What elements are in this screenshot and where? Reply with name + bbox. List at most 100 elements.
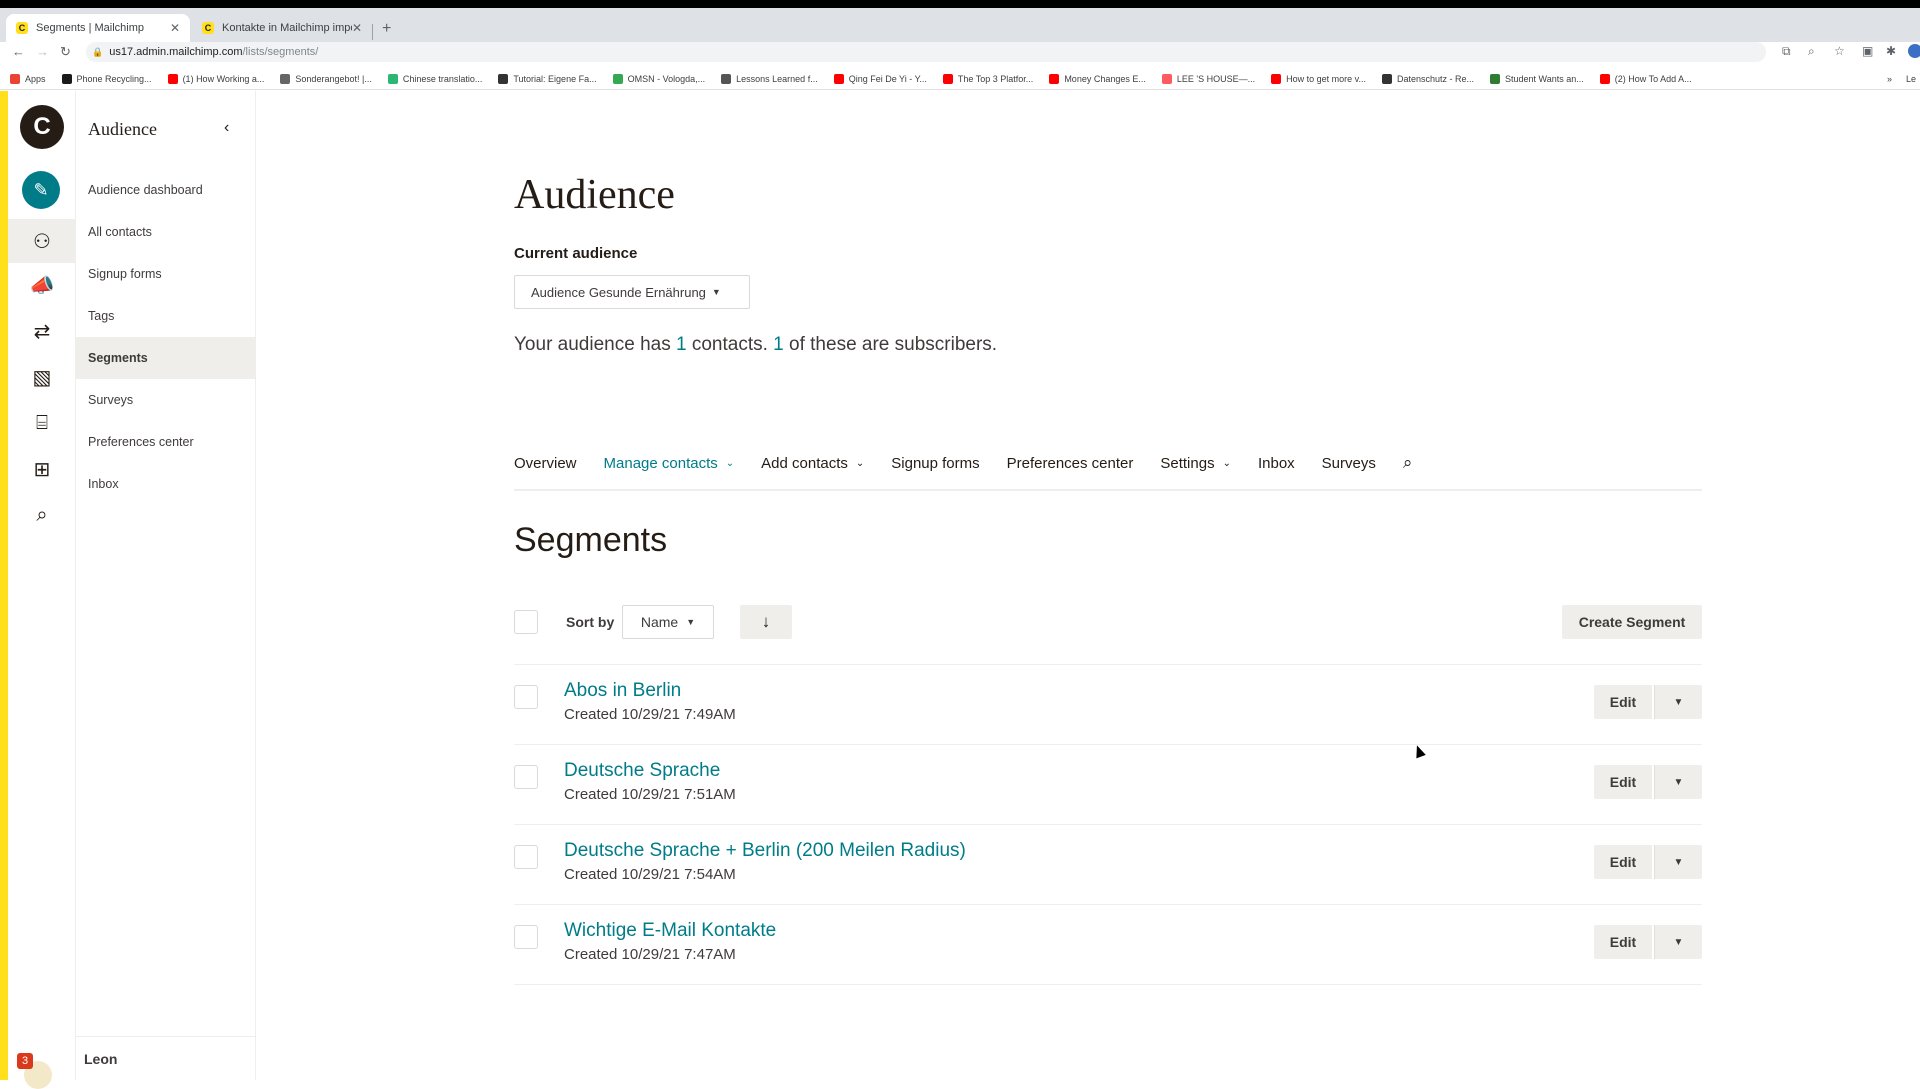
bookmark-item[interactable]: OMSN - Vologda,...	[612, 73, 705, 84]
tab-title: Segments | Mailchimp	[36, 22, 145, 34]
tab-label: Manage contacts	[603, 455, 718, 472]
segment-name-link[interactable]: Deutsche Sprache	[564, 760, 720, 782]
summary-text: Your audience has	[514, 334, 676, 355]
search-icon[interactable]: ⌕	[1403, 453, 1413, 473]
subnav-item-inbox[interactable]: Inbox	[76, 463, 256, 505]
reading-list-button[interactable]: Le	[1906, 74, 1916, 84]
tab-signup-forms[interactable]: Signup forms	[891, 455, 979, 472]
bookmark-item[interactable]: Apps	[10, 73, 46, 84]
tab-surveys[interactable]: Surveys	[1322, 455, 1376, 472]
new-tab-icon[interactable]: +	[382, 20, 391, 38]
bookmark-star-icon[interactable]: ☆	[1834, 44, 1845, 58]
subnav-item-audience-dashboard[interactable]: Audience dashboard	[76, 169, 256, 211]
subnav-item-tags[interactable]: Tags	[76, 295, 256, 337]
segment-actions-dropdown[interactable]: ▼	[1654, 925, 1702, 959]
notification-badge: 3	[17, 1053, 33, 1069]
current-audience-select[interactable]: Audience Gesunde Ernährung ▼	[514, 275, 750, 309]
subnav-item-label: Inbox	[88, 477, 119, 491]
bookmark-item[interactable]: Student Wants an...	[1490, 73, 1584, 84]
subnav-item-label: All contacts	[88, 225, 152, 239]
bookmarks-bar: Apps Phone Recycling... (1) How Working a.…	[0, 68, 1920, 90]
tab-manage-contacts[interactable]: Manage contacts ⌄	[604, 455, 735, 472]
integrations-grid-icon[interactable]: ⊞	[8, 447, 76, 491]
tab-inbox[interactable]: Inbox	[1258, 455, 1295, 472]
mailchimp-logo-icon[interactable]: C	[20, 105, 64, 149]
subnav-item-segments[interactable]: Segments	[76, 337, 256, 379]
bookmark-item[interactable]: How to get more v...	[1271, 73, 1366, 84]
bookmark-item[interactable]: Money Changes E...	[1049, 73, 1146, 84]
segment-name-link[interactable]: Wichtige E-Mail Kontakte	[564, 920, 776, 942]
collapse-chevron-left-icon[interactable]: ‹	[224, 119, 229, 137]
bookmark-item[interactable]: Phone Recycling...	[61, 73, 152, 84]
subnav-item-all-contacts[interactable]: All contacts	[76, 211, 256, 253]
bookmark-item[interactable]: LEE 'S HOUSE—...	[1161, 73, 1255, 84]
edit-segment-button[interactable]: Edit	[1594, 925, 1652, 959]
edit-segment-button[interactable]: Edit	[1594, 685, 1652, 719]
bookmarks-overflow-icon[interactable]: »	[1887, 74, 1892, 84]
search-icon[interactable]: ⌕	[8, 493, 76, 537]
browser-tab-segments[interactable]: C Segments | Mailchimp ✕	[6, 14, 190, 42]
edit-segment-button[interactable]: Edit	[1594, 765, 1652, 799]
subnav-item-preferences-center[interactable]: Preferences center	[76, 421, 256, 463]
subnav-item-surveys[interactable]: Surveys	[76, 379, 256, 421]
automations-icon[interactable]: ⇄	[8, 309, 76, 353]
tab-settings[interactable]: Settings ⌄	[1160, 455, 1231, 472]
facebook-extension-icon[interactable]: ▣	[1862, 44, 1873, 58]
bookmark-favicon-icon	[280, 73, 291, 84]
reload-icon[interactable]: ↻	[60, 44, 71, 60]
forward-icon[interactable]: →	[36, 44, 49, 59]
segment-actions-dropdown[interactable]: ▼	[1654, 685, 1702, 719]
profile-avatar-icon[interactable]	[1908, 44, 1920, 58]
edit-segment-button[interactable]: Edit	[1594, 845, 1652, 879]
bookmark-item[interactable]: Sonderangebot! |...	[280, 73, 372, 84]
bookmark-label: (1) How Working a...	[182, 73, 265, 84]
segment-actions-dropdown[interactable]: ▼	[1654, 845, 1702, 879]
bookmark-item[interactable]: (2) How To Add A...	[1599, 73, 1692, 84]
segment-checkbox[interactable]	[514, 685, 538, 709]
subnav-item-label: Segments	[88, 351, 148, 365]
bookmark-item[interactable]: The Top 3 Platfor...	[942, 73, 1033, 84]
create-pencil-icon[interactable]: ✎	[22, 171, 60, 209]
website-icon[interactable]: ▧	[8, 355, 76, 399]
zoom-icon[interactable]: ⌕	[1808, 44, 1815, 59]
subnav-item-signup-forms[interactable]: Signup forms	[76, 253, 256, 295]
tab-label: Inbox	[1257, 455, 1295, 472]
close-tab-icon[interactable]: ✕	[170, 21, 180, 35]
chevron-down-icon: ⌄	[1222, 458, 1231, 469]
segments-toolbar: Sort by Name ▼ ↓ Create Segment	[514, 605, 1702, 665]
bookmark-item[interactable]: (1) How Working a...	[167, 73, 265, 84]
close-tab-icon[interactable]: ✕	[352, 21, 362, 35]
audience-icon[interactable]: ⚇	[8, 219, 76, 263]
select-all-checkbox[interactable]	[514, 610, 538, 634]
bookmark-label: Lessons Learned f...	[736, 73, 818, 84]
account-user-name[interactable]: Leon	[84, 1051, 117, 1067]
segment-checkbox[interactable]	[514, 925, 538, 949]
content-studio-icon[interactable]: ⌸	[8, 401, 76, 445]
bookmark-item[interactable]: Tutorial: Eigene Fa...	[498, 73, 597, 84]
browser-tab-kontakte[interactable]: C Kontakte in Mailchimp importi... ✕	[192, 14, 372, 42]
segment-actions-dropdown[interactable]: ▼	[1654, 765, 1702, 799]
translate-icon[interactable]: ⧉	[1782, 44, 1791, 59]
back-icon[interactable]: ←	[12, 44, 25, 59]
segment-checkbox[interactable]	[514, 845, 538, 869]
bookmark-item[interactable]: Datenschutz - Re...	[1381, 73, 1474, 84]
create-segment-button[interactable]: Create Segment	[1562, 605, 1702, 639]
tab-add-contacts[interactable]: Add contacts ⌄	[761, 455, 864, 472]
sort-direction-button[interactable]: ↓	[740, 605, 792, 639]
segment-checkbox[interactable]	[514, 765, 538, 789]
extensions-puzzle-icon[interactable]: ✱	[1886, 44, 1896, 58]
bookmark-item[interactable]: Lessons Learned f...	[721, 73, 818, 84]
campaigns-megaphone-icon[interactable]: 📣	[8, 263, 76, 307]
summary-text: contacts.	[686, 334, 774, 355]
segment-name-link[interactable]: Abos in Berlin	[564, 680, 681, 702]
sort-by-select[interactable]: Name ▼	[622, 605, 714, 639]
subnav-item-label: Signup forms	[88, 267, 162, 281]
tab-overview[interactable]: Overview	[514, 455, 577, 472]
bookmark-favicon-icon	[1490, 73, 1501, 84]
tab-preferences-center[interactable]: Preferences center	[1007, 455, 1134, 472]
bookmark-item[interactable]: Chinese translatio...	[387, 73, 482, 84]
segment-name-link[interactable]: Deutsche Sprache + Berlin (200 Meilen Ra…	[564, 840, 966, 862]
bookmark-label: Student Wants an...	[1505, 73, 1584, 84]
bookmark-item[interactable]: Qing Fei De Yi - Y...	[833, 73, 927, 84]
address-bar[interactable]: 🔒 us17.admin.mailchimp.com/lists/segment…	[86, 42, 1766, 62]
